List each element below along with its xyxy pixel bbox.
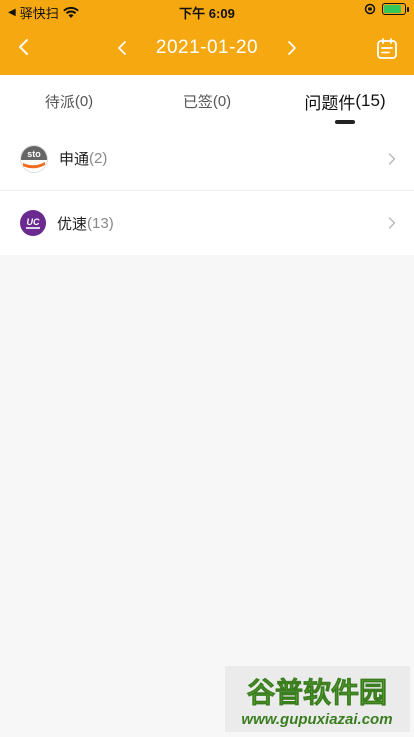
tab-problem[interactable]: 问题件 (15)	[276, 75, 414, 127]
tab-label: 已签	[182, 93, 213, 111]
battery-icon	[382, 3, 409, 15]
watermark-url: www.gupuxiazai.com	[241, 711, 392, 728]
tab-label: 问题件	[304, 93, 356, 113]
list-item[interactable]: sto 申通 (2)	[0, 127, 414, 191]
orientation-lock-icon	[364, 3, 376, 15]
nav-bar: 2021-01-20	[0, 28, 414, 68]
current-date[interactable]: 2021-01-20	[156, 37, 258, 59]
sto-logo-text: sto	[27, 149, 41, 159]
courier-count: (2)	[89, 150, 108, 167]
next-date-button[interactable]	[280, 33, 304, 63]
list-item[interactable]: UC 优速 (13)	[0, 191, 414, 255]
chevron-right-icon	[388, 152, 396, 165]
tab-pending[interactable]: 待派 (0)	[0, 75, 138, 127]
uc-logo-text: UC	[27, 217, 40, 227]
tab-count: (15)	[355, 91, 386, 110]
status-tabs: 待派 (0) 已签 (0) 问题件 (15)	[0, 75, 414, 127]
courier-count: (13)	[87, 214, 114, 232]
courier-name: 优速	[57, 215, 88, 233]
clipboard-icon	[377, 38, 397, 59]
active-tab-indicator	[335, 120, 355, 124]
tab-count: (0)	[212, 92, 232, 110]
courier-name: 申通	[59, 151, 90, 168]
chevron-right-icon	[388, 217, 396, 229]
courier-list: sto 申通 (2) UC 优速 (13)	[0, 127, 414, 255]
watermark-logo: 谷普软件园 www.gupuxiazai.com	[225, 666, 410, 732]
chevron-left-icon	[117, 41, 126, 55]
sto-logo: sto	[20, 144, 48, 173]
watermark-title: 谷普软件园	[247, 676, 387, 709]
uc-logo: UC	[20, 210, 46, 236]
tab-signed[interactable]: 已签 (0)	[138, 75, 276, 127]
tab-label: 待派	[44, 93, 75, 111]
status-right	[364, 3, 409, 15]
tab-count: (0)	[74, 92, 94, 110]
calendar-button[interactable]	[372, 34, 402, 64]
status-time: 下午 6:09	[179, 6, 235, 21]
prev-date-button[interactable]	[110, 33, 134, 63]
app-header: ◀ 驿快扫 下午 6:09 2021-01-20	[0, 0, 414, 75]
date-selector: 2021-01-20	[0, 28, 414, 68]
status-bar: ◀ 驿快扫 下午 6:09	[0, 0, 414, 22]
chevron-right-icon	[288, 41, 296, 55]
